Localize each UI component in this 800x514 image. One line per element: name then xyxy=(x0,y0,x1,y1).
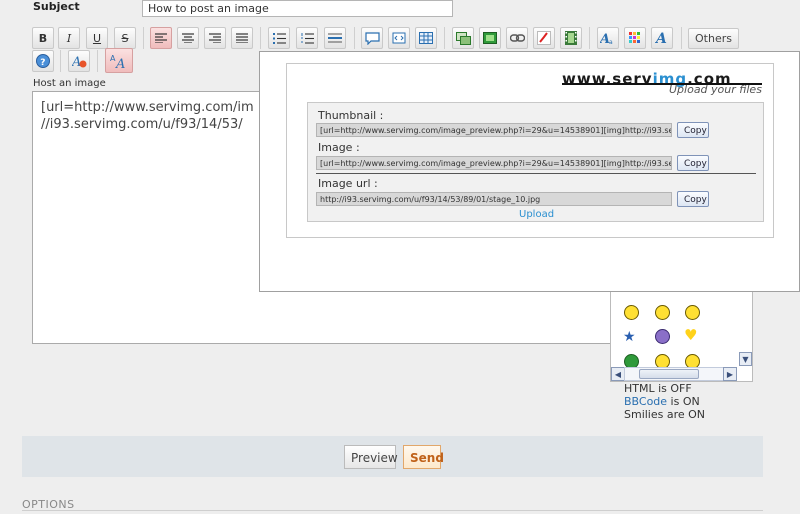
remove-format-button[interactable]: A xyxy=(68,50,90,72)
servimg-tagline: Upload your files xyxy=(669,83,762,96)
html-status: HTML is OFF xyxy=(624,382,692,395)
color-grid-icon xyxy=(629,32,640,43)
font-face-button[interactable]: A xyxy=(651,27,673,49)
numbered-list-icon xyxy=(300,32,314,44)
logo-prefix: www.serv xyxy=(562,70,653,88)
image-code-field[interactable]: [url=http://www.servimg.com/image_previe… xyxy=(316,156,672,170)
link-button[interactable] xyxy=(506,27,528,49)
font-toggle-button[interactable]: AA xyxy=(105,48,133,73)
toolbar-separator xyxy=(97,50,98,72)
toolbar-separator xyxy=(143,27,144,49)
send-button[interactable]: Send xyxy=(403,445,444,469)
svg-text:?: ? xyxy=(40,58,45,68)
smiley-icon[interactable] xyxy=(624,305,639,320)
underline-button[interactable]: U xyxy=(86,27,108,49)
host-image-icon xyxy=(455,31,471,45)
host-image-label: Host an image xyxy=(33,78,106,89)
smilies-panel: ★ ♥ ▼ ◀ ▶ xyxy=(610,282,753,382)
scroll-left-icon[interactable]: ◀ xyxy=(611,367,625,381)
image-url-label: Image url : xyxy=(318,177,378,190)
flash-button[interactable] xyxy=(533,27,555,49)
bbcode-link[interactable]: BBCode xyxy=(624,395,667,408)
link-icon xyxy=(509,33,525,42)
copy-url-button[interactable]: Copy xyxy=(677,191,709,207)
bullet-list-button[interactable] xyxy=(268,27,290,49)
toolbar-separator xyxy=(60,50,61,72)
help-icon: ? xyxy=(36,54,50,68)
quote-icon xyxy=(364,31,380,45)
align-right-button[interactable] xyxy=(204,27,226,49)
remove-format-icon: A xyxy=(72,55,86,68)
font-size-button[interactable]: Aa xyxy=(597,27,619,49)
scroll-right-icon[interactable]: ▶ xyxy=(723,367,737,381)
confused-smiley-icon[interactable] xyxy=(655,305,670,320)
thumbnail-label: Thumbnail : xyxy=(318,109,384,122)
code-button[interactable] xyxy=(388,27,410,49)
subject-input[interactable] xyxy=(142,0,453,17)
align-center-icon xyxy=(182,33,194,43)
toolbar-separator xyxy=(354,27,355,49)
horizontal-rule-button[interactable] xyxy=(324,27,346,49)
copy-thumbnail-button[interactable]: Copy xyxy=(677,122,709,138)
image-icon xyxy=(483,32,497,44)
strike-button[interactable]: S xyxy=(114,27,136,49)
justify-icon xyxy=(236,33,248,43)
options-divider xyxy=(22,510,763,511)
table-button[interactable] xyxy=(415,27,437,49)
flash-icon xyxy=(537,31,551,45)
film-icon xyxy=(565,31,577,45)
smilies-status: Smilies are ON xyxy=(624,408,706,421)
heart-smiley-icon[interactable]: ♥ xyxy=(684,328,697,343)
italic-button[interactable]: I xyxy=(58,27,80,49)
bold-button[interactable]: B xyxy=(32,27,54,49)
subject-label: Subject xyxy=(33,0,80,13)
toolbar-separator xyxy=(260,27,261,49)
image-button[interactable] xyxy=(479,27,501,49)
toolbar-separator xyxy=(681,27,682,49)
scroll-down-icon[interactable]: ▼ xyxy=(739,352,752,366)
svg-text:A: A xyxy=(115,57,125,69)
image-label: Image : xyxy=(318,141,360,154)
help-button[interactable]: ? xyxy=(32,50,54,72)
font-toggle-icon: AA xyxy=(110,54,125,69)
image-url-field[interactable]: http://i93.servimg.com/u/f93/14/53/89/01… xyxy=(316,192,672,206)
quote-button[interactable] xyxy=(361,27,383,49)
table-icon xyxy=(419,32,433,44)
grin-smiley-icon[interactable] xyxy=(685,305,700,320)
host-image-button[interactable] xyxy=(452,27,474,49)
font-size-icon: Aa xyxy=(600,32,613,45)
code-icon xyxy=(392,32,406,44)
toolbar-separator xyxy=(589,27,590,49)
align-left-icon xyxy=(155,33,167,43)
bbcode-status: BBCode is ON xyxy=(624,395,700,408)
numbered-list-button[interactable] xyxy=(296,27,318,49)
toolbar-separator xyxy=(444,27,445,49)
svg-text:A: A xyxy=(72,55,81,68)
thumbnail-code-field[interactable]: [url=http://www.servimg.com/image_previe… xyxy=(316,123,672,137)
upload-link[interactable]: Upload xyxy=(519,209,554,220)
video-button[interactable] xyxy=(560,27,582,49)
font-face-icon: A xyxy=(655,31,667,45)
copy-image-button[interactable]: Copy xyxy=(677,155,709,171)
svg-text:A: A xyxy=(655,31,667,45)
svg-text:a: a xyxy=(609,39,613,45)
align-right-icon xyxy=(209,33,221,43)
horizontal-rule-icon xyxy=(328,33,342,43)
ninja-smiley-icon[interactable] xyxy=(655,329,670,344)
others-button[interactable]: Others xyxy=(688,28,739,49)
preview-button[interactable]: Preview xyxy=(344,445,398,469)
bullet-list-icon xyxy=(272,32,286,44)
color-picker-button[interactable] xyxy=(624,27,646,49)
field-divider xyxy=(316,173,756,174)
star-icon[interactable]: ★ xyxy=(623,330,636,344)
align-center-button[interactable] xyxy=(177,27,199,49)
bbcode-status-text: is ON xyxy=(667,395,700,408)
scrollbar-thumb[interactable] xyxy=(639,369,699,379)
justify-button[interactable] xyxy=(231,27,253,49)
align-left-button[interactable] xyxy=(150,27,172,49)
